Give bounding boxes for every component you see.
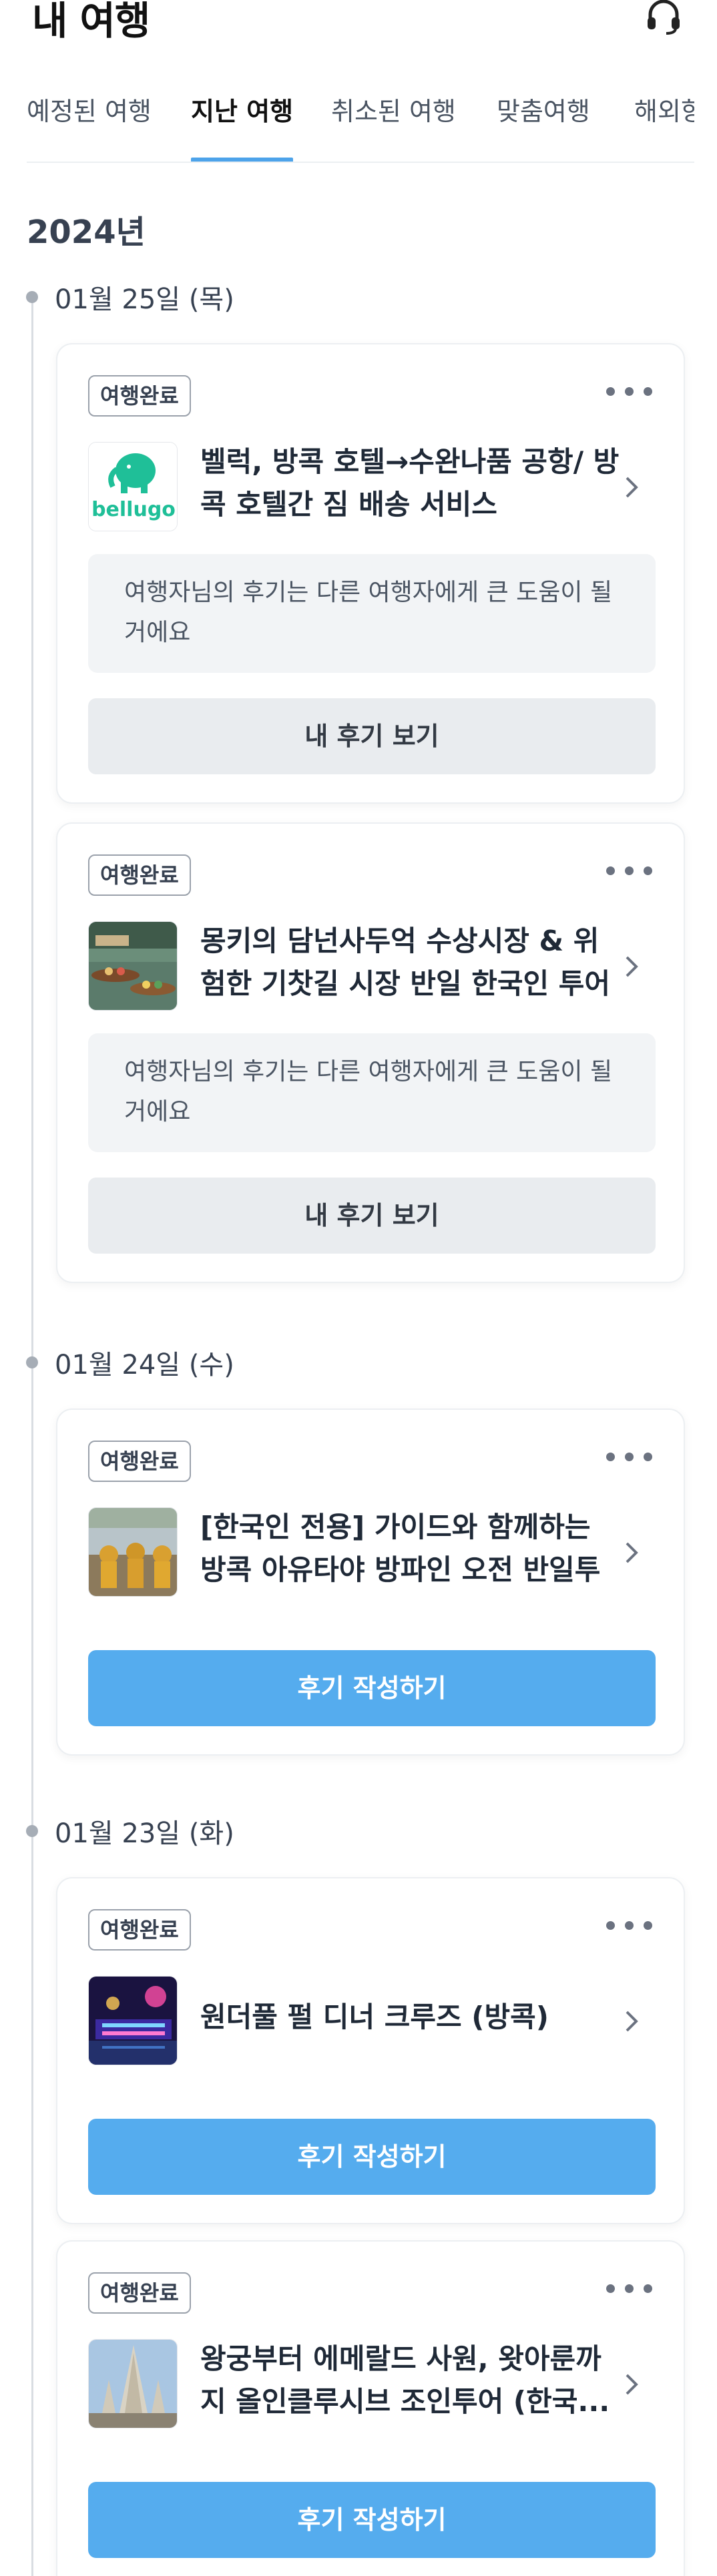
tab-past[interactable]: 지난 여행 xyxy=(191,91,294,162)
status-badge: 여행완료 xyxy=(88,854,191,896)
chevron-right-icon[interactable] xyxy=(618,953,645,980)
product-title[interactable]: 몽키의 담넌사두억 수상시장 & 위험한 기찻길 시장 반일 한국인 투어 (.… xyxy=(200,920,621,1005)
product-title[interactable]: 왕궁부터 에메랄드 사원, 왓아룬까지 올인클루시브 조인투어 (한국... xyxy=(200,2338,621,2423)
product-title[interactable]: 원더풀 펄 디너 크루즈 (방콕) xyxy=(200,1996,621,2039)
tab-overseas-flight[interactable]: 해외항공 xyxy=(634,91,694,162)
product-title[interactable]: [한국인 전용] 가이드와 함께하는 방콕 아유타야 방파인 오전 반일투어 xyxy=(200,1506,621,1591)
timeline-dot xyxy=(26,1825,38,1837)
view-my-review-button[interactable]: 내 후기 보기 xyxy=(88,698,656,774)
trip-card[interactable]: 여행완료 bellugo 벨럭, 방콕 호텔→수완나품 공항/ 방콕 호텔간 짐… xyxy=(56,343,685,804)
headset-icon[interactable] xyxy=(642,0,685,37)
header: 내 여행 xyxy=(0,0,717,53)
product-title[interactable]: 벨럭, 방콕 호텔→수완나품 공항/ 방콕 호텔간 짐 배송 서비스 xyxy=(200,441,621,526)
review-notice: 여행자님의 후기는 다른 여행자에게 큰 도움이 될 거에요 xyxy=(88,554,656,673)
bellugo-logo-text: bellugo xyxy=(91,498,176,521)
write-review-button[interactable]: 후기 작성하기 xyxy=(88,2482,656,2558)
trip-card[interactable]: 여행완료 [한국인 전용] 가이드와 함께하는 방콕 아유타야 방파인 오전 반… xyxy=(56,1408,685,1756)
date-label: 01월 23일 (화) xyxy=(55,1818,234,1849)
more-options-icon[interactable] xyxy=(606,2284,653,2295)
bellugo-logo[interactable]: bellugo xyxy=(88,442,178,531)
page-title: 내 여행 xyxy=(32,0,150,43)
timeline-dot xyxy=(26,1356,38,1368)
more-options-icon[interactable] xyxy=(606,1921,653,1932)
more-options-icon[interactable] xyxy=(606,387,653,398)
status-badge: 여행완료 xyxy=(88,1909,191,1951)
chevron-right-icon[interactable] xyxy=(618,474,645,501)
chevron-right-icon[interactable] xyxy=(618,2371,645,2398)
write-review-button[interactable]: 후기 작성하기 xyxy=(88,1650,656,1726)
timeline-line xyxy=(31,294,33,2576)
timeline-dot xyxy=(26,291,38,303)
trip-card[interactable]: 여행완료 왕궁부터 에메랄드 사원, 왓아룬까지 올인클루시브 조인투어 (한국… xyxy=(56,2240,685,2576)
ayutthaya-buddha-photo[interactable] xyxy=(88,1507,178,1597)
tab-cancelled[interactable]: 취소된 여행 xyxy=(331,91,456,162)
status-badge: 여행완료 xyxy=(88,375,191,417)
trip-tabs: 예정된 여행 지난 여행 취소된 여행 맞춤여행 해외항공 xyxy=(27,91,694,163)
view-my-review-button[interactable]: 내 후기 보기 xyxy=(88,1178,656,1254)
year-heading: 2024년 xyxy=(27,214,146,251)
status-badge: 여행완료 xyxy=(88,2272,191,2314)
more-options-icon[interactable] xyxy=(606,866,653,877)
more-options-icon[interactable] xyxy=(606,1453,653,1463)
review-notice: 여행자님의 후기는 다른 여행자에게 큰 도움이 될 거에요 xyxy=(88,1033,656,1152)
tab-custom[interactable]: 맞춤여행 xyxy=(497,91,590,162)
date-label: 01월 25일 (목) xyxy=(55,284,234,315)
dinner-cruise-photo[interactable] xyxy=(88,1976,178,2065)
wat-arun-photo[interactable] xyxy=(88,2339,178,2428)
floating-market-photo[interactable] xyxy=(88,921,178,1011)
trip-card[interactable]: 여행완료 몽키의 담넌사두억 수상시장 & 위험한 기찻길 시장 반일 한국인 … xyxy=(56,822,685,1283)
date-label: 01월 24일 (수) xyxy=(55,1350,234,1380)
status-badge: 여행완료 xyxy=(88,1441,191,1482)
tab-upcoming[interactable]: 예정된 여행 xyxy=(27,91,152,162)
chevron-right-icon[interactable] xyxy=(618,1539,645,1566)
chevron-right-icon[interactable] xyxy=(618,2008,645,2035)
trip-card[interactable]: 여행완료 원더풀 펄 디너 크루즈 (방콕) 후기 작성하기 xyxy=(56,1877,685,2224)
write-review-button[interactable]: 후기 작성하기 xyxy=(88,2119,656,2195)
